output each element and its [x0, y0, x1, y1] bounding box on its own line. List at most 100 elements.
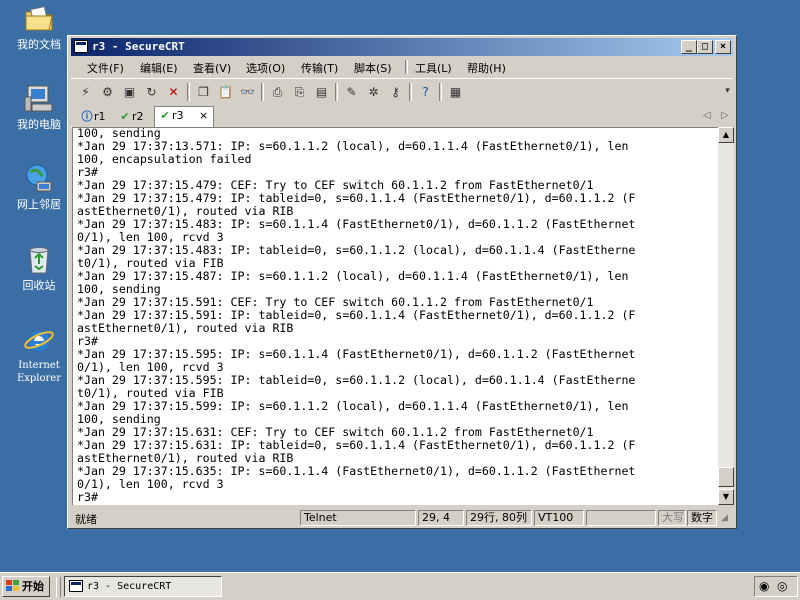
- session-options-icon[interactable]: ✎: [343, 83, 360, 100]
- toolbar-chevron-icon[interactable]: ▾: [719, 83, 736, 100]
- status-ready: 就绪: [75, 513, 97, 526]
- menu-options[interactable]: 选项(O): [246, 60, 285, 76]
- menu-file[interactable]: 文件(F): [87, 60, 124, 76]
- toolbar-separator: [261, 83, 264, 101]
- scroll-thumb[interactable]: [718, 467, 734, 487]
- terminal-line: *Jan 29 17:37:15.599: IP: s=60.1.1.2 (lo…: [77, 399, 629, 413]
- menu-tools[interactable]: 工具(L): [415, 60, 452, 76]
- status-protocol: Telnet: [300, 510, 416, 526]
- reconnect-icon[interactable]: ↻: [143, 83, 160, 100]
- ie-label-line1: Internet: [18, 360, 60, 371]
- tray-network-icon[interactable]: ◉: [759, 579, 769, 593]
- status-cursor: 29, 4: [418, 510, 464, 526]
- connect-in-tab-icon[interactable]: ▣: [121, 83, 138, 100]
- menu-script[interactable]: 脚本(S): [354, 60, 392, 76]
- print-icon[interactable]: ⎙: [269, 83, 286, 100]
- tab-scroll-left-icon[interactable]: ◁: [703, 110, 711, 121]
- status-bar: 就绪 Telnet 29, 4 29行, 80列 VT100 大写 数字 ◢: [71, 509, 733, 527]
- tab-r3[interactable]: ✔ r3 ×: [154, 106, 214, 128]
- ie-label-line2: Explorer: [16, 373, 62, 384]
- minimize-icon: _: [685, 41, 693, 52]
- recycle-bin-icon: [23, 244, 55, 276]
- status-size: 29行, 80列: [466, 510, 532, 526]
- windows-flag-icon: [6, 580, 19, 591]
- menu-edit[interactable]: 编辑(E): [140, 60, 178, 76]
- menu-transfer[interactable]: 传输(T): [301, 60, 338, 76]
- menu-help[interactable]: 帮助(H): [467, 60, 506, 76]
- securecrt-app-icon[interactable]: [74, 40, 88, 53]
- desktop-icon-label: Internet Explorer: [8, 359, 70, 385]
- maximize-icon: □: [701, 41, 709, 52]
- paste-icon[interactable]: 📋: [217, 83, 234, 100]
- terminal-text: 100, sending *Jan 29 17:37:13.571: IP: s=…: [73, 128, 718, 504]
- start-button[interactable]: 开始: [2, 576, 50, 597]
- session-tab-bar: ⓘ r1 ✔ r2 ✔ r3 × ◁ ▷: [71, 106, 733, 128]
- taskbar: 开始 r3 - SecureCRT ◉ ◎: [0, 572, 800, 600]
- status-blank: [586, 510, 656, 526]
- taskbar-task-label: r3 - SecureCRT: [87, 581, 172, 592]
- key-icon[interactable]: ⚷: [387, 83, 404, 100]
- tab-label: r3: [172, 109, 184, 122]
- tab-r1[interactable]: ⓘ r1: [77, 108, 113, 127]
- securecrt-app-icon: [69, 580, 83, 592]
- scroll-up-icon[interactable]: ▲: [718, 127, 734, 143]
- close-icon: ×: [719, 41, 727, 52]
- internet-explorer-icon: [23, 324, 55, 356]
- help-icon[interactable]: ?: [417, 83, 434, 100]
- computer-icon: [23, 83, 55, 115]
- folder-documents-icon: [23, 3, 55, 35]
- desktop-icon-internet-explorer[interactable]: Internet Explorer: [8, 324, 70, 385]
- disconnect-icon[interactable]: ✕: [165, 83, 182, 100]
- status-emulation: VT100: [534, 510, 584, 526]
- menu-view[interactable]: 查看(V): [193, 60, 231, 76]
- global-options-icon[interactable]: ✲: [365, 83, 382, 100]
- tab-label: r1: [94, 110, 106, 123]
- find-icon[interactable]: 👓: [239, 83, 256, 100]
- printer-icon[interactable]: ▤: [313, 83, 330, 100]
- tab-r2[interactable]: ✔ r2: [115, 108, 153, 127]
- quick-connect-icon[interactable]: ⚙: [99, 83, 116, 100]
- title-bar[interactable]: r3 - SecureCRT _ □ ×: [71, 38, 733, 56]
- toolbar-separator: [335, 83, 338, 101]
- info-status-icon: ⓘ: [81, 110, 93, 123]
- desktop-icon-my-computer[interactable]: 我的电脑: [8, 83, 70, 131]
- print-selection-icon[interactable]: ⎘: [291, 83, 308, 100]
- desktop-icon-my-documents[interactable]: 我的文档: [8, 3, 70, 51]
- system-tray: ◉ ◎: [754, 576, 798, 597]
- keymap-icon[interactable]: ▦: [447, 83, 464, 100]
- taskbar-grip: [56, 577, 61, 597]
- terminal-output[interactable]: 100, sending *Jan 29 17:37:13.571: IP: s=…: [72, 127, 718, 505]
- network-icon: [23, 163, 55, 195]
- close-button[interactable]: ×: [715, 40, 731, 54]
- status-caps: 大写: [658, 510, 686, 526]
- menu-bar: 文件(F) 编辑(E) 查看(V) 选项(O) 传输(T) 脚本(S) 工具(L…: [71, 57, 733, 76]
- scroll-down-icon[interactable]: ▼: [718, 489, 734, 505]
- tray-volume-icon[interactable]: ◎: [777, 579, 787, 593]
- minimize-button[interactable]: _: [681, 40, 697, 54]
- tab-scroll-right-icon[interactable]: ▷: [721, 110, 729, 121]
- start-label: 开始: [22, 580, 44, 593]
- securecrt-window: r3 - SecureCRT _ □ × 文件(F) 编辑(E) 查看(V) 选…: [67, 35, 737, 529]
- window-title: r3 - SecureCRT: [92, 40, 185, 53]
- taskbar-securecrt-button[interactable]: r3 - SecureCRT: [64, 576, 222, 597]
- connected-check-icon: ✔: [120, 110, 130, 123]
- terminal-line: 100, encapsulation failed: [77, 152, 252, 166]
- tab-label: r2: [132, 110, 144, 123]
- desktop-icon-recycle-bin[interactable]: 回收站: [8, 244, 70, 292]
- maximize-button[interactable]: □: [697, 40, 713, 54]
- connected-check-icon: ✔: [160, 109, 170, 122]
- terminal-line: *Jan 29 17:37:15.487: IP: s=60.1.1.2 (lo…: [77, 269, 629, 283]
- terminal-line: 0/1), len 100, rcvd 3: [77, 477, 224, 491]
- resize-grip-icon[interactable]: ◢: [721, 513, 728, 523]
- copy-icon[interactable]: ❐: [195, 83, 212, 100]
- vertical-scrollbar[interactable]: ▲ ▼: [718, 127, 734, 505]
- menu-separator: [405, 60, 408, 74]
- connect-icon[interactable]: ⚡: [77, 83, 94, 100]
- terminal-line: astEthernet0/1), routed via RIB: [77, 321, 294, 335]
- desktop-icon-network[interactable]: 网上邻居: [8, 163, 70, 211]
- status-num: 数字: [687, 510, 717, 526]
- desktop-icon-label: 回收站: [22, 279, 56, 292]
- tab-close-icon[interactable]: ×: [199, 107, 208, 125]
- desktop-icon-label: 我的文档: [17, 38, 61, 51]
- desktop-icon-label: 网上邻居: [17, 198, 61, 211]
